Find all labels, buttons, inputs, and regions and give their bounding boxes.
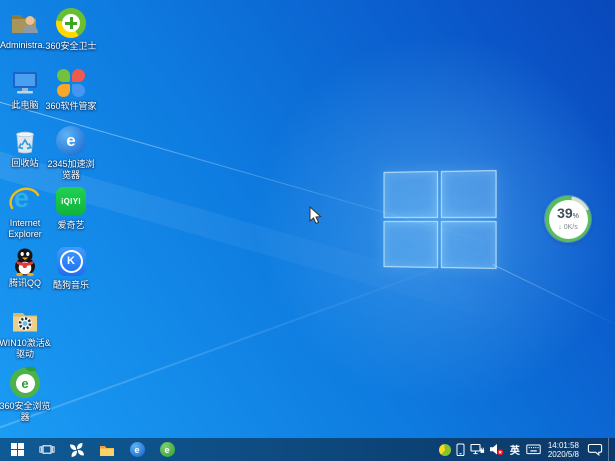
usb-device-tray-button[interactable] (455, 438, 467, 461)
usb-device-icon (456, 443, 465, 457)
iqiyi-logo-text: iQIYI (61, 197, 81, 206)
desktop-icon-360-software-manager[interactable]: 360软件管家 (48, 67, 94, 112)
icon-label: 酷狗音乐 (40, 280, 102, 291)
computer-icon (9, 67, 41, 99)
2345-browser-taskbar-button[interactable]: e (123, 438, 151, 461)
desktop-icon-360-browser[interactable]: e 360安全浏览 器 (2, 367, 48, 423)
360-tray-icon (439, 444, 451, 456)
windows-logo-pane (440, 221, 496, 269)
icon-label: 360软件管家 (40, 101, 102, 112)
windows-start-icon (11, 443, 24, 456)
green-e-browser-icon: e (9, 368, 41, 400)
windows-logo-pane (384, 221, 438, 268)
speed-ball-widget[interactable]: 39% ↓ 0K/s (545, 196, 591, 242)
network-icon (470, 443, 485, 456)
task-view-icon (39, 443, 55, 456)
start-button[interactable] (3, 438, 31, 461)
taskbar-left: e e (0, 438, 181, 461)
desktop-icon-win10-activation[interactable]: WIN10激活& 驱动 (2, 305, 48, 360)
clock-time: 14:01:58 (548, 441, 579, 450)
clock-date: 2020/5/8 (548, 450, 579, 459)
user-folder-icon (9, 7, 41, 39)
action-center-button[interactable] (585, 438, 605, 461)
desktop-icon-kugou[interactable]: K 酷狗音乐 (48, 245, 94, 291)
light-beam (493, 264, 615, 331)
browser-letter: e (21, 376, 28, 391)
360-safety-icon (55, 8, 87, 40)
pinwheel-icon (69, 442, 85, 458)
360-pinwheel-button[interactable] (63, 438, 91, 461)
network-tray-button[interactable] (470, 438, 486, 461)
360-tray-button[interactable] (438, 438, 452, 461)
memory-percent: 39% (557, 206, 579, 224)
desktop: Administra... 360安全卫士 此电脑 360软件管家 (0, 0, 615, 461)
qq-penguin-icon (9, 245, 41, 277)
file-explorer-button[interactable] (93, 438, 121, 461)
folder-icon (99, 443, 115, 457)
green-e-icon: e (160, 442, 175, 457)
volume-tray-button[interactable] (489, 438, 505, 461)
petals-icon (55, 68, 87, 100)
icon-label: 360安全浏览 器 (0, 401, 56, 423)
taskbar: e e (0, 438, 615, 461)
windows-logo-pane (440, 170, 496, 218)
recycle-bin-icon (9, 125, 41, 157)
desktop-icon-2345-browser[interactable]: e 2345加速浏 览器 (48, 125, 94, 181)
taskbar-clock[interactable]: 14:01:58 2020/5/8 (545, 441, 582, 459)
desktop-icon-360-safety[interactable]: 360安全卫士 (48, 7, 94, 52)
tool-folder-icon (9, 305, 41, 337)
blue-e-browser-icon: e (55, 126, 87, 158)
icon-label: WIN10激活& 驱动 (0, 338, 56, 360)
task-view-button[interactable] (33, 438, 61, 461)
volume-muted-icon (489, 443, 504, 456)
network-speed: ↓ 0K/s (558, 224, 577, 232)
browser-letter: e (66, 131, 75, 151)
ie-icon: e (9, 185, 41, 217)
blue-e-icon: e (130, 442, 145, 457)
iqiyi-icon: iQIYI (55, 187, 87, 219)
icon-label: 360安全卫士 (40, 41, 102, 52)
touch-keyboard-button[interactable] (525, 438, 542, 461)
icon-label: 2345加速浏 览器 (40, 159, 102, 181)
icon-label: 爱奇艺 (40, 220, 102, 231)
desktop-icon-iqiyi[interactable]: iQIYI 爱奇艺 (48, 185, 94, 231)
system-tray: 英 14:01:58 2020/5/8 (438, 438, 615, 461)
action-center-icon (587, 443, 603, 456)
360-browser-taskbar-button[interactable]: e (153, 438, 181, 461)
show-desktop-button[interactable] (608, 438, 613, 461)
kugou-icon: K (55, 247, 87, 279)
mouse-cursor (309, 206, 322, 230)
desktop-icon-internet-explorer[interactable]: e Internet Explorer (2, 185, 48, 240)
ime-indicator[interactable]: 英 (508, 438, 522, 461)
windows-logo (384, 170, 497, 269)
windows-logo-pane (384, 171, 438, 218)
kugou-letter: K (67, 255, 75, 267)
keyboard-icon (526, 444, 541, 455)
